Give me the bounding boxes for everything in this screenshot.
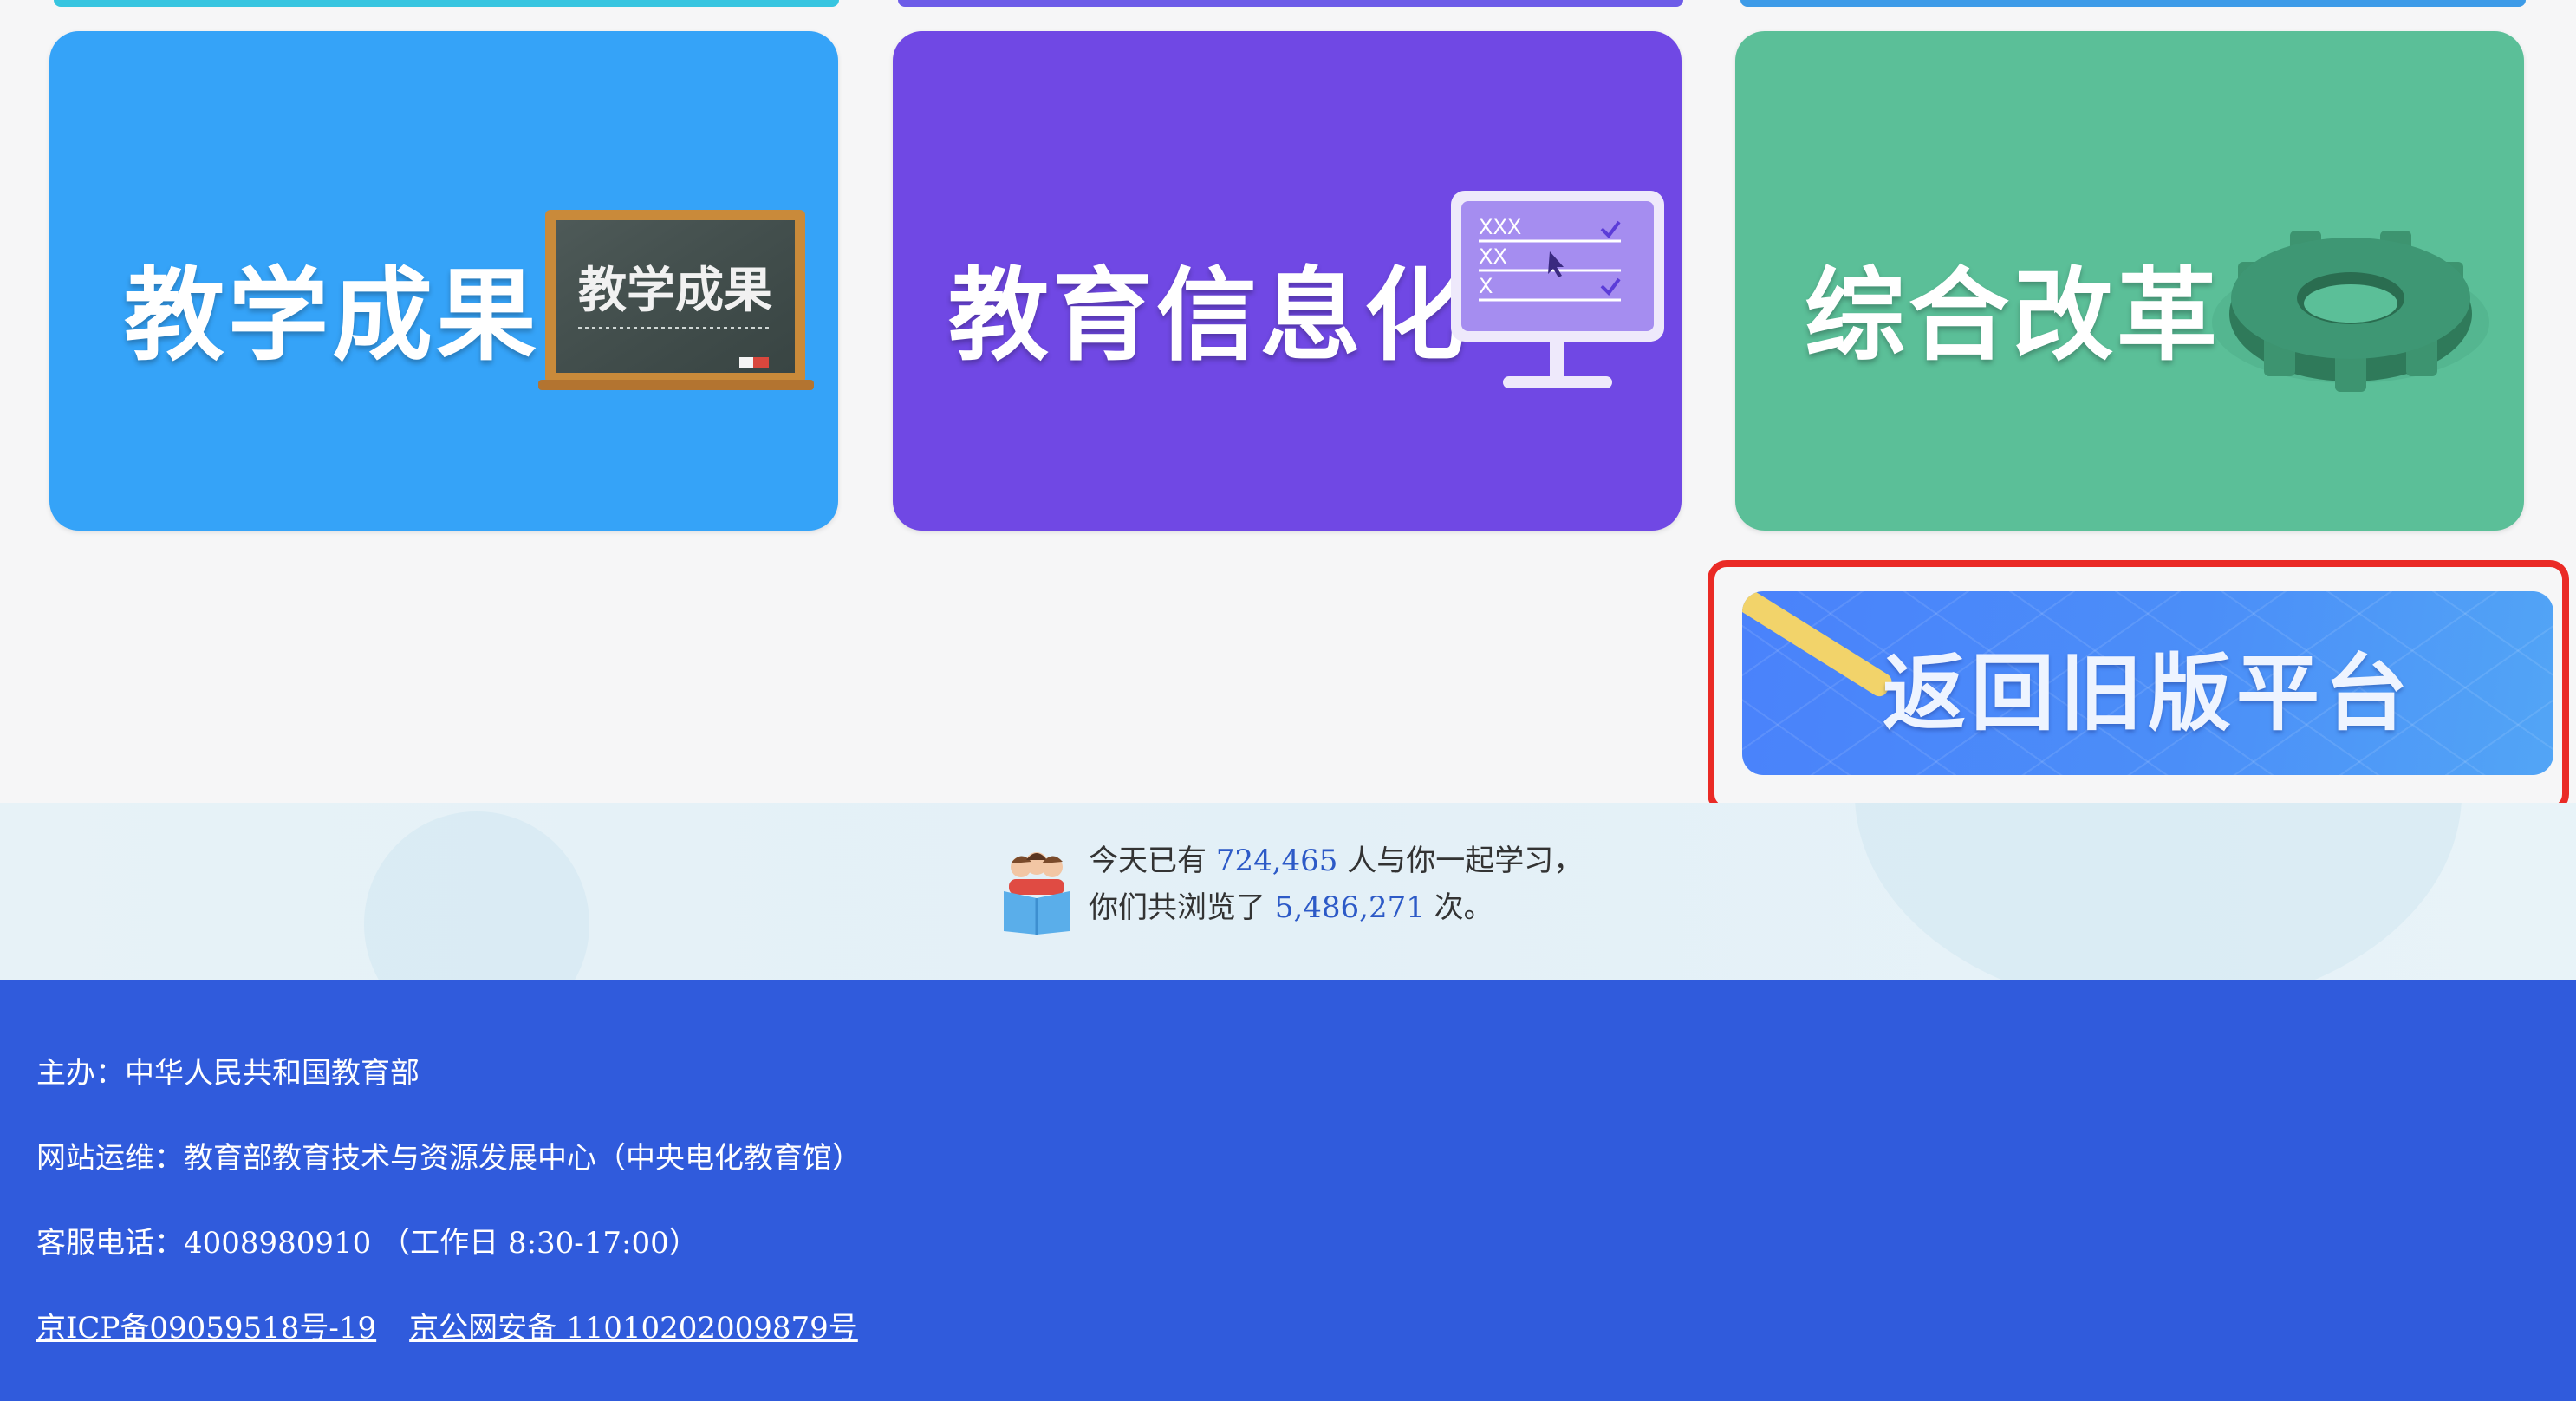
footer-operator: 网站运维：教育部教育技术与资源发展中心（中央电化教育馆） (36, 1141, 862, 1176)
card-teaching-achievements[interactable]: 教学成果 教学成果 (49, 31, 838, 531)
svg-text:X: X (1479, 274, 1493, 298)
learner-count: 724,465 (1215, 844, 1338, 878)
stats-text: 你们共浏览了 (1089, 890, 1265, 925)
police-record-link[interactable]: 京公网安备 11010202009879号 (409, 1311, 858, 1346)
monitor-checklist-icon: XXX XX X (1451, 191, 1664, 388)
previous-card-edge (54, 0, 839, 7)
return-old-platform-label: 返回旧版平台 (1883, 645, 2413, 742)
previous-card-edge (1740, 0, 2526, 7)
view-count: 5,486,271 (1274, 890, 1425, 925)
visit-stats: 今天已有 724,465 人与你一起学习， 你们共浏览了 5,486,271 次… (1089, 837, 1583, 931)
icp-record-link[interactable]: 京ICP备09059518号-19 (36, 1311, 376, 1346)
stats-text: 人与你一起学习， (1347, 844, 1584, 878)
svg-text:XXX: XXX (1479, 215, 1521, 239)
background-circle (364, 811, 589, 980)
background-circle (1855, 803, 2462, 980)
card-title: 综合改革 (1805, 257, 2221, 375)
stats-text: 次。 (1434, 890, 1493, 925)
card-education-informatization[interactable]: 教育信息化 XXX XX X (893, 31, 1682, 531)
gear-icon (2212, 231, 2489, 392)
stats-band: 今天已有 724,465 人与你一起学习， 你们共浏览了 5,486,271 次… (0, 803, 2576, 980)
footer-records: 京ICP备09059518号-19 京公网安备 11010202009879号 (36, 1304, 858, 1346)
reading-people-icon (1004, 852, 1070, 935)
card-comprehensive-reform[interactable]: 综合改革 (1735, 31, 2524, 531)
chalkboard-icon: 教学成果 (538, 210, 814, 390)
return-old-platform-button[interactable]: 返回旧版平台 (1742, 591, 2553, 775)
stats-line-2: 你们共浏览了 5,486,271 次。 (1089, 884, 1583, 931)
chalkboard-text: 教学成果 (578, 263, 772, 319)
footer-hotline: 客服电话：4008980910 （工作日 8:30-17:00） (36, 1226, 699, 1261)
previous-card-edge (898, 0, 1683, 7)
stats-line-1: 今天已有 724,465 人与你一起学习， (1089, 837, 1583, 884)
footer-organizer: 主办：中华人民共和国教育部 (36, 1056, 420, 1091)
site-footer: 主办：中华人民共和国教育部 网站运维：教育部教育技术与资源发展中心（中央电化教育… (0, 980, 2576, 1401)
page: 教学成果 教学成果 教育信息化 XXX XX X 综合改革 返回旧版平台 今天已… (0, 0, 2576, 1401)
card-title: 教学成果 (124, 257, 540, 375)
card-title: 教育信息化 (948, 257, 1468, 375)
svg-text:XX: XX (1479, 244, 1507, 269)
stats-text: 今天已有 (1089, 844, 1207, 878)
